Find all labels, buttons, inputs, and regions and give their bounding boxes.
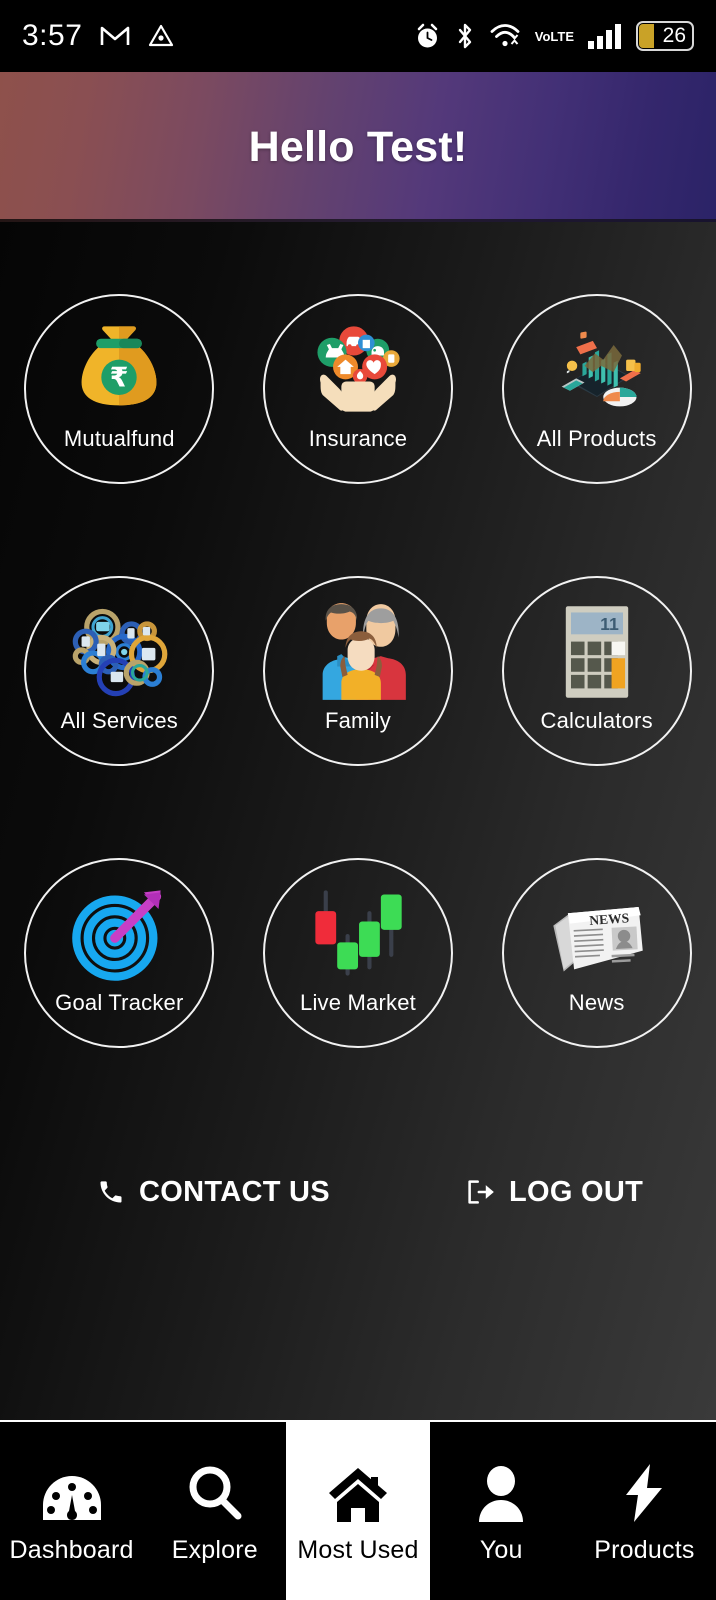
nav-item-products[interactable]: Products	[572, 1422, 716, 1600]
bluetooth-icon	[455, 22, 475, 50]
feature-grid: ₹ Mutualfund Insurance All Products All …	[0, 294, 716, 1048]
tile-label: Insurance	[308, 426, 408, 451]
nav-label: Most Used	[297, 1535, 419, 1564]
tile-goal-tracker[interactable]: Goal Tracker	[24, 858, 215, 1048]
calculator-icon: 11	[541, 600, 653, 704]
svg-text:11: 11	[600, 614, 619, 634]
volte-top: Vo	[534, 28, 551, 44]
svg-text:₹: ₹	[110, 363, 129, 394]
contact-us-label: CONTACT US	[139, 1175, 330, 1208]
nav-item-dashboard[interactable]: Dashboard	[0, 1422, 144, 1600]
tile-label: Goal Tracker	[55, 990, 184, 1015]
nav-label: You	[479, 1535, 523, 1564]
target-arrow-icon	[63, 882, 175, 986]
money-bag-rupee-icon: ₹	[63, 318, 175, 422]
tile-label: Calculators	[540, 708, 653, 733]
tile-all-products[interactable]: All Products	[501, 294, 692, 484]
wifi-icon	[489, 23, 521, 49]
newspaper-icon: NEWS	[541, 882, 653, 986]
tile-all-services[interactable]: All Services	[24, 576, 215, 766]
bottom-navigation: Dashboard Explore Most Used You Products	[0, 1420, 716, 1600]
home-icon	[327, 1458, 389, 1522]
hands-holding-insurance-icons	[302, 318, 414, 422]
person-icon	[475, 1458, 527, 1522]
volte-bottom: LTE	[550, 28, 574, 44]
app-screen: 3:57 Vo LTE 26 Hello Test! ₹ Mutualfund …	[0, 0, 716, 1600]
speedometer-icon	[41, 1458, 103, 1522]
gears-cluster-icon	[63, 600, 175, 704]
log-out-button[interactable]: LOG OUT	[465, 1176, 643, 1209]
alarm-icon	[414, 23, 441, 50]
isometric-analytics-icon	[541, 318, 653, 422]
search-icon	[186, 1458, 244, 1522]
page-title: Hello Test!	[248, 122, 468, 171]
tile-label: Mutualfund	[63, 426, 175, 451]
battery-icon: 26	[636, 21, 694, 51]
tile-family[interactable]: Family	[262, 576, 453, 766]
status-bar-left: 3:57	[22, 19, 174, 53]
tile-mutualfund[interactable]: ₹ Mutualfund	[24, 294, 215, 484]
nav-label: Dashboard	[9, 1535, 134, 1564]
family-people-icon	[302, 600, 414, 704]
status-time: 3:57	[22, 19, 83, 52]
tile-live-market[interactable]: Live Market	[262, 858, 453, 1048]
battery-percent: 26	[662, 24, 686, 47]
main-content: ₹ Mutualfund Insurance All Products All …	[0, 222, 716, 1422]
tile-label: News	[568, 990, 625, 1015]
contact-us-button[interactable]: CONTACT US	[97, 1176, 330, 1209]
volte-icon: Vo LTE	[534, 28, 574, 44]
phone-icon	[97, 1178, 125, 1206]
status-bar: 3:57 Vo LTE 26	[0, 0, 716, 72]
battery-fill	[639, 24, 654, 48]
nav-label: Products	[594, 1535, 695, 1564]
tile-calculators[interactable]: 11 Calculators	[501, 576, 692, 766]
greeting-header: Hello Test!	[0, 72, 716, 222]
tile-insurance[interactable]: Insurance	[262, 294, 453, 484]
action-row: CONTACT US LOG OUT	[0, 1157, 716, 1227]
nav-item-explore[interactable]: Explore	[143, 1422, 287, 1600]
sign-out-icon	[465, 1178, 495, 1206]
candlestick-chart-icon	[302, 882, 414, 986]
lightning-bolt-icon	[624, 1458, 664, 1522]
nav-item-you[interactable]: You	[429, 1422, 573, 1600]
svg-text:NEWS: NEWS	[588, 910, 629, 928]
tile-label: All Services	[60, 708, 178, 733]
adobe-triangle-icon	[148, 23, 174, 49]
nav-label: Explore	[171, 1535, 258, 1564]
tile-label: Live Market	[300, 990, 416, 1015]
gmail-icon	[100, 24, 130, 48]
nav-item-most-used[interactable]: Most Used	[286, 1422, 430, 1600]
tile-label: Family	[324, 708, 391, 733]
tile-news[interactable]: NEWS News	[501, 858, 692, 1048]
status-bar-right: Vo LTE 26	[414, 21, 694, 51]
tile-label: All Products	[536, 426, 657, 451]
signal-icon	[588, 23, 622, 49]
log-out-label: LOG OUT	[508, 1175, 644, 1208]
